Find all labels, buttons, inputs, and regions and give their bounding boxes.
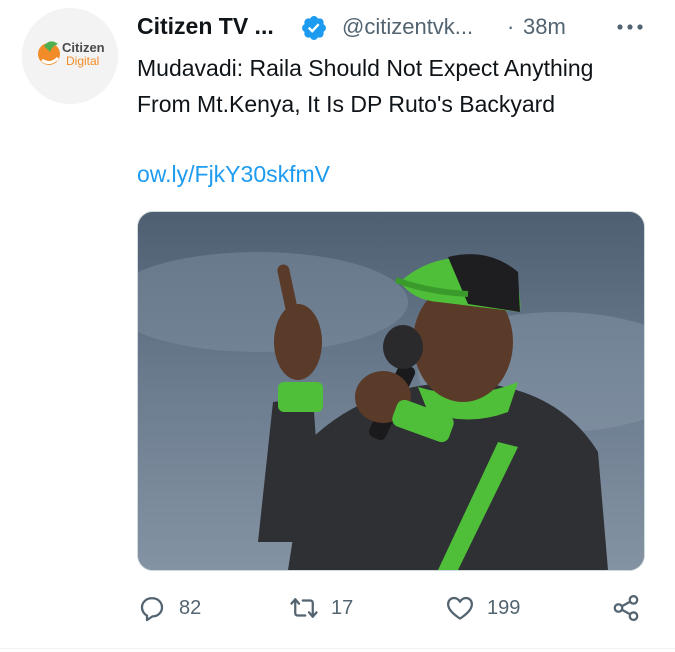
- timestamp[interactable]: 38m: [523, 14, 566, 40]
- display-name[interactable]: Citizen TV ...: [137, 13, 274, 40]
- like-button[interactable]: 199: [445, 588, 520, 628]
- logo-text-digital: Digital: [66, 54, 99, 68]
- retweet-icon: [290, 598, 318, 618]
- tweet-link[interactable]: ow.ly/FjkY30skfmV: [137, 156, 330, 192]
- tweet-image[interactable]: [137, 211, 645, 571]
- retweet-count: 17: [331, 596, 354, 619]
- share-icon: [613, 595, 639, 621]
- separator-dot: ·: [507, 14, 515, 39]
- reply-icon: [140, 597, 164, 622]
- action-bar: 82 17 199: [137, 588, 657, 628]
- citizen-digital-logo: Citizen Digital: [22, 8, 118, 104]
- retweet-button[interactable]: 17: [289, 588, 353, 628]
- verified-badge-icon: [302, 16, 326, 40]
- divider: [0, 648, 675, 649]
- logo-text-citizen: Citizen: [62, 40, 105, 55]
- like-icon: [447, 596, 473, 620]
- tweet[interactable]: Citizen Digital Citizen TV ... @citizent…: [0, 0, 675, 652]
- more-options-icon[interactable]: [613, 12, 647, 42]
- tweet-header: Citizen TV ... @citizentvk... · 38m: [137, 10, 657, 46]
- like-count: 199: [487, 596, 521, 619]
- reply-button[interactable]: 82: [137, 588, 201, 628]
- tweet-text: Mudavadi: Raila Should Not Expect Anythi…: [137, 55, 594, 117]
- handle[interactable]: @citizentvk...: [342, 14, 473, 40]
- photo-politician-speaking: [138, 212, 644, 570]
- avatar[interactable]: Citizen Digital: [22, 8, 118, 104]
- reply-count: 82: [179, 596, 202, 619]
- share-button[interactable]: [611, 588, 641, 628]
